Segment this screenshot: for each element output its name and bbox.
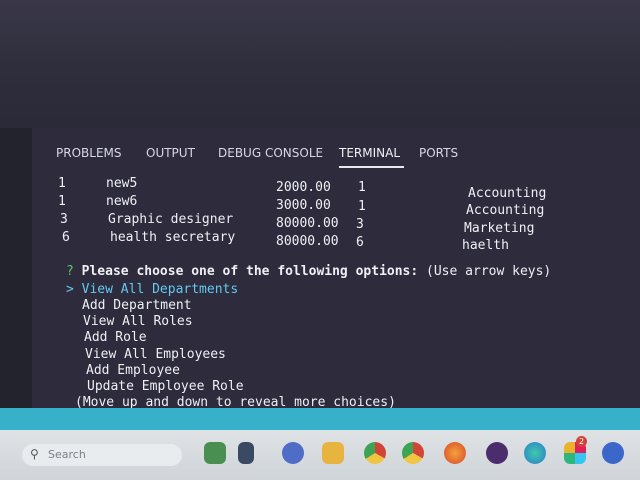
row-department: haelth (462, 238, 509, 253)
row-title: health secretary (110, 230, 236, 245)
choice-item-selected[interactable]: > View All Departments (66, 282, 238, 297)
tab-output[interactable]: OUTPUT (146, 146, 195, 160)
choice-item[interactable]: Add Role (84, 330, 147, 345)
tab-terminal[interactable]: TERMINAL (339, 146, 405, 168)
row-salary: 80000.00 (276, 216, 339, 231)
notification-badge: 2 (576, 436, 587, 447)
edge-icon[interactable] (524, 442, 546, 464)
prompt-marker: ? (66, 264, 74, 279)
row-dept-id: 1 (358, 199, 366, 214)
chat-icon[interactable] (282, 442, 304, 464)
widgets-icon[interactable] (204, 442, 226, 464)
choice-item[interactable]: Add Employee (86, 363, 180, 378)
row-title: new5 (106, 176, 138, 191)
panel-tabs: PROBLEMS OUTPUT DEBUG CONSOLE TERMINAL P… (56, 140, 636, 174)
editor-gutter (0, 128, 32, 408)
choice-item[interactable]: View All Employees (85, 347, 226, 362)
prompt-question: Please choose one of the following optio… (81, 264, 419, 279)
tab-debug-console[interactable]: DEBUG CONSOLE (218, 146, 323, 160)
row-id: 1 (58, 176, 66, 191)
row-salary: 2000.00 (276, 180, 331, 195)
terminal-output[interactable]: 1 new5 2000.00 1 Accounting 1 new6 3000.… (32, 176, 640, 412)
row-department: Marketing (464, 221, 535, 236)
status-strip (0, 408, 640, 430)
row-dept-id: 1 (358, 180, 366, 195)
slack-icon[interactable]: 2 (564, 436, 587, 464)
taskbar-search[interactable]: ⚲ Search (22, 444, 182, 466)
row-department: Accounting (468, 186, 547, 201)
tab-problems[interactable]: PROBLEMS (56, 146, 122, 160)
tab-ports[interactable]: PORTS (419, 146, 458, 160)
row-id: 1 (58, 194, 66, 209)
app-l-icon[interactable] (238, 442, 254, 464)
app-blue-icon[interactable] (602, 442, 624, 464)
prompt-hint: (Use arrow keys) (426, 264, 552, 279)
inquirer-prompt: ? Please choose one of the following opt… (66, 264, 551, 279)
row-salary: 80000.00 (276, 234, 339, 249)
search-icon: ⚲ (30, 447, 39, 461)
chrome-alt-icon[interactable] (402, 442, 424, 464)
row-department: Accounting (466, 203, 545, 218)
row-id: 6 (62, 230, 70, 245)
bottom-panel: PROBLEMS OUTPUT DEBUG CONSOLE TERMINAL P… (32, 128, 640, 412)
choice-pointer-icon: > (66, 282, 74, 297)
choice-item[interactable]: View All Roles (83, 314, 193, 329)
file-explorer-icon[interactable] (322, 442, 344, 464)
firefox-icon[interactable] (444, 442, 466, 464)
choice-label: View All Departments (81, 282, 239, 297)
row-title: Graphic designer (108, 212, 234, 227)
chrome-icon[interactable] (364, 442, 386, 464)
search-placeholder: Search (48, 448, 86, 461)
row-id: 3 (60, 212, 68, 227)
row-dept-id: 6 (356, 235, 364, 250)
screen-bezel (0, 0, 640, 128)
row-salary: 3000.00 (276, 198, 331, 213)
taskbar: ⚲ Search 2 (0, 430, 640, 480)
github-desktop-icon[interactable] (486, 442, 508, 464)
choice-item[interactable]: Add Department (82, 298, 192, 313)
row-dept-id: 3 (356, 217, 364, 232)
choice-item[interactable]: Update Employee Role (87, 379, 244, 394)
row-title: new6 (106, 194, 138, 209)
